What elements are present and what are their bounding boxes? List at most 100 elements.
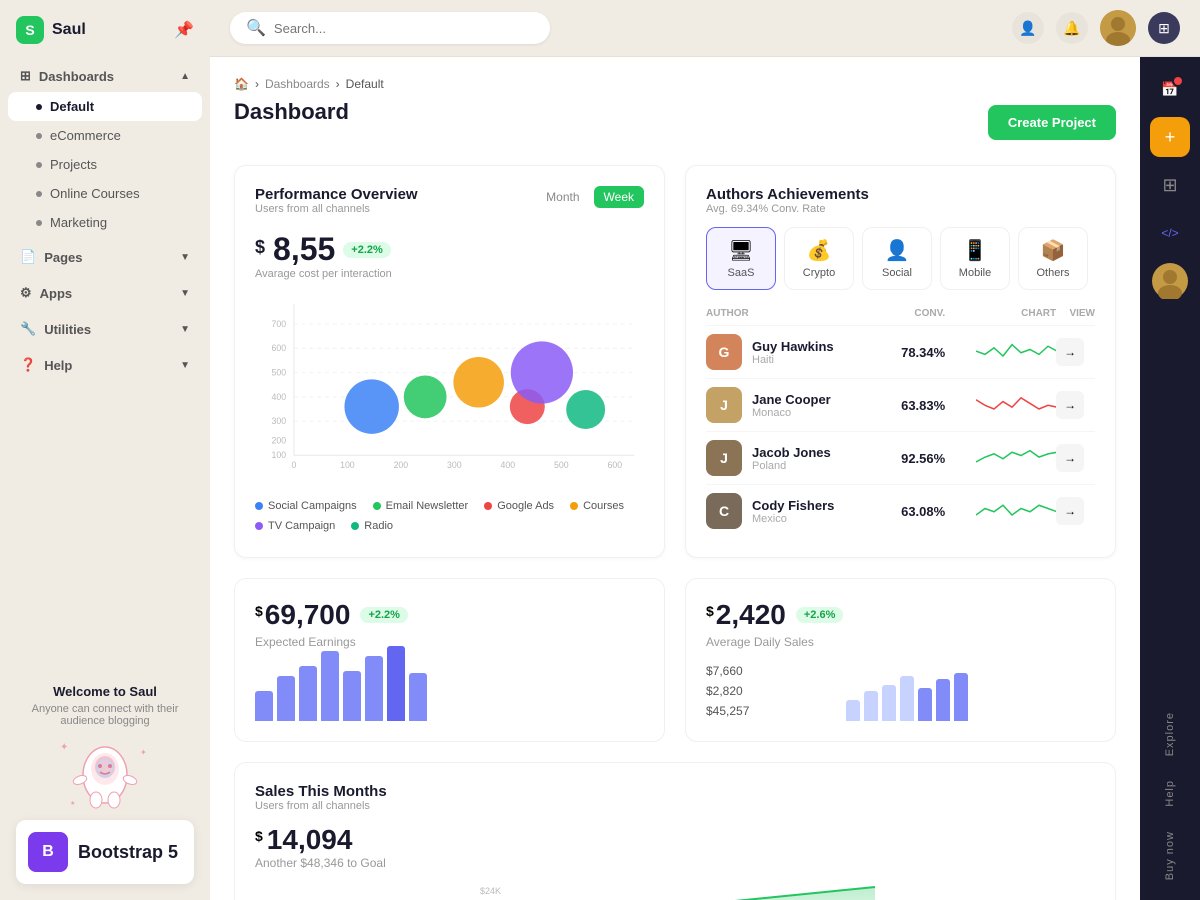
- authors-table: AUTHOR CONV. CHART VIEW G: [706, 302, 1095, 537]
- authors-tabs: 🖥 SaaS 💰 Crypto 👤 Social: [706, 227, 1095, 290]
- view-cell[interactable]: →: [1056, 485, 1095, 538]
- main-content: 🏠 › Dashboards › Default Dashboard Creat…: [210, 57, 1140, 900]
- user-avatar[interactable]: [1100, 10, 1136, 46]
- author-location: Mexico: [752, 513, 834, 525]
- view-button[interactable]: →: [1056, 338, 1084, 366]
- tab-saas[interactable]: 🖥 SaaS: [706, 227, 776, 290]
- rp-grid-icon[interactable]: ⊞: [1150, 165, 1190, 205]
- author-avatar: J: [706, 440, 742, 476]
- rp-user-icon[interactable]: [1150, 261, 1190, 301]
- rp-calendar-icon[interactable]: 📅: [1150, 69, 1190, 109]
- bubble-chart-svg: 700 600 500 400 300 200 100 0 100 200: [255, 292, 644, 492]
- daily-sales-items: $7,660 $2,820 $45,257: [706, 661, 830, 721]
- sparkline: [976, 447, 1056, 467]
- bar: [365, 656, 383, 721]
- pages-arrow: ▼: [180, 252, 190, 263]
- sidebar-item-default[interactable]: Default: [8, 92, 202, 121]
- utilities-icon: 🔧: [20, 321, 36, 337]
- svg-text:600: 600: [272, 343, 287, 353]
- search-input[interactable]: [274, 21, 534, 36]
- author-name: Jane Cooper: [752, 392, 831, 407]
- legend-dot: [484, 502, 492, 510]
- topbar-notification-icon[interactable]: 🔔: [1056, 12, 1088, 44]
- bar: [255, 691, 273, 721]
- view-cell[interactable]: →: [1056, 379, 1095, 432]
- sidebar-item-online-courses[interactable]: Online Courses: [8, 179, 202, 208]
- view-button[interactable]: →: [1056, 391, 1084, 419]
- help-arrow: ▼: [180, 360, 190, 371]
- bootstrap-badge: B Bootstrap 5: [16, 820, 194, 884]
- tab-mobile[interactable]: 📱 Mobile: [940, 227, 1010, 290]
- nav-group-pages-header[interactable]: 📄 Pages ▼: [8, 241, 202, 273]
- sidebar: S Saul 📌 ⊞ Dashboards ▲ Default eCommerc…: [0, 0, 210, 900]
- svg-text:200: 200: [394, 460, 409, 470]
- view-cell[interactable]: →: [1056, 326, 1095, 379]
- period-week-btn[interactable]: Week: [594, 186, 644, 208]
- svg-text:★: ★: [70, 800, 75, 807]
- perf-badge: +2.2%: [343, 242, 391, 258]
- conv-cell: 63.08%: [884, 485, 945, 538]
- pin-icon[interactable]: 📌: [174, 20, 194, 40]
- nav-group-dashboards-header[interactable]: ⊞ Dashboards ▲: [8, 60, 202, 92]
- dashboards-label: Dashboards: [39, 69, 114, 84]
- daily-sales-dollar: $: [706, 603, 714, 619]
- tab-others[interactable]: 📦 Others: [1018, 227, 1088, 290]
- home-icon: 🏠: [234, 77, 249, 91]
- rp-explore-label[interactable]: Explore: [1164, 704, 1176, 764]
- col-view: VIEW: [1056, 302, 1095, 326]
- daily-sales-content: $7,660 $2,820 $45,257: [706, 661, 1095, 721]
- mobile-tab-label: Mobile: [959, 267, 991, 279]
- nav-group-utilities-header[interactable]: 🔧 Utilities ▼: [8, 313, 202, 345]
- rp-code-icon[interactable]: </>: [1150, 213, 1190, 253]
- help-label: Help: [44, 358, 72, 373]
- topbar-settings-icon[interactable]: 👤: [1012, 12, 1044, 44]
- sales-item-2: $2,820: [706, 681, 830, 701]
- sidebar-header: S Saul 📌: [0, 0, 210, 60]
- author-cell: J Jacob Jones Poland: [706, 432, 884, 485]
- view-button[interactable]: →: [1056, 497, 1084, 525]
- authors-title: Authors Achievements: [706, 186, 1095, 203]
- rp-user-avatar: [1152, 263, 1188, 299]
- legend-dot: [570, 502, 578, 510]
- social-tab-icon: 👤: [885, 238, 910, 263]
- author-location: Haiti: [752, 354, 834, 366]
- period-month-btn[interactable]: Month: [536, 186, 589, 208]
- nav-group-help-header[interactable]: ❓ Help ▼: [8, 349, 202, 381]
- author-info: Jane Cooper Monaco: [752, 392, 831, 419]
- sales-item-3: $45,257: [706, 701, 830, 721]
- author-name: Jacob Jones: [752, 445, 831, 460]
- tab-crypto[interactable]: 💰 Crypto: [784, 227, 854, 290]
- tab-social[interactable]: 👤 Social: [862, 227, 932, 290]
- view-button[interactable]: →: [1056, 444, 1084, 472]
- bootstrap-icon: B: [28, 832, 68, 872]
- sparkline: [976, 341, 1056, 361]
- breadcrumb-dashboards[interactable]: Dashboards: [265, 77, 330, 91]
- sidebar-item-ecommerce[interactable]: eCommerce: [8, 121, 202, 150]
- sales-month-card: Sales This Months Users from all channel…: [234, 762, 1116, 900]
- author-location: Poland: [752, 460, 831, 472]
- nav-group-apps-header[interactable]: ⚙ Apps ▼: [8, 277, 202, 309]
- daily-sales-card: $ 2,420 +2.6% Average Daily Sales $7,660…: [685, 578, 1116, 742]
- authors-card: Authors Achievements Avg. 69.34% Conv. R…: [685, 165, 1116, 558]
- sidebar-item-projects[interactable]: Projects: [8, 150, 202, 179]
- chart-cell: [945, 432, 1056, 485]
- rp-buy-label[interactable]: Buy now: [1164, 823, 1176, 888]
- dashboards-icon: ⊞: [20, 68, 31, 84]
- nav-group-utilities: 🔧 Utilities ▼: [8, 313, 202, 345]
- view-cell[interactable]: →: [1056, 432, 1095, 485]
- sidebar-item-marketing[interactable]: Marketing: [8, 208, 202, 237]
- legend-dot: [255, 522, 263, 530]
- social-tab-label: Social: [882, 267, 912, 279]
- legend-email: Email Newsletter: [373, 500, 469, 512]
- apps-label: Apps: [40, 286, 73, 301]
- rp-help-label[interactable]: Help: [1164, 772, 1176, 815]
- topbar-menu-icon[interactable]: ⊞: [1148, 12, 1180, 44]
- rp-add-icon[interactable]: +: [1150, 117, 1190, 157]
- create-project-button[interactable]: Create Project: [988, 105, 1116, 140]
- svg-text:200: 200: [272, 436, 287, 446]
- help-icon: ❓: [20, 357, 36, 373]
- svg-text:300: 300: [447, 460, 462, 470]
- svg-text:600: 600: [608, 460, 623, 470]
- sales-goal-label: Another $48,346 to Goal: [255, 856, 1095, 870]
- search-box[interactable]: 🔍: [230, 12, 550, 44]
